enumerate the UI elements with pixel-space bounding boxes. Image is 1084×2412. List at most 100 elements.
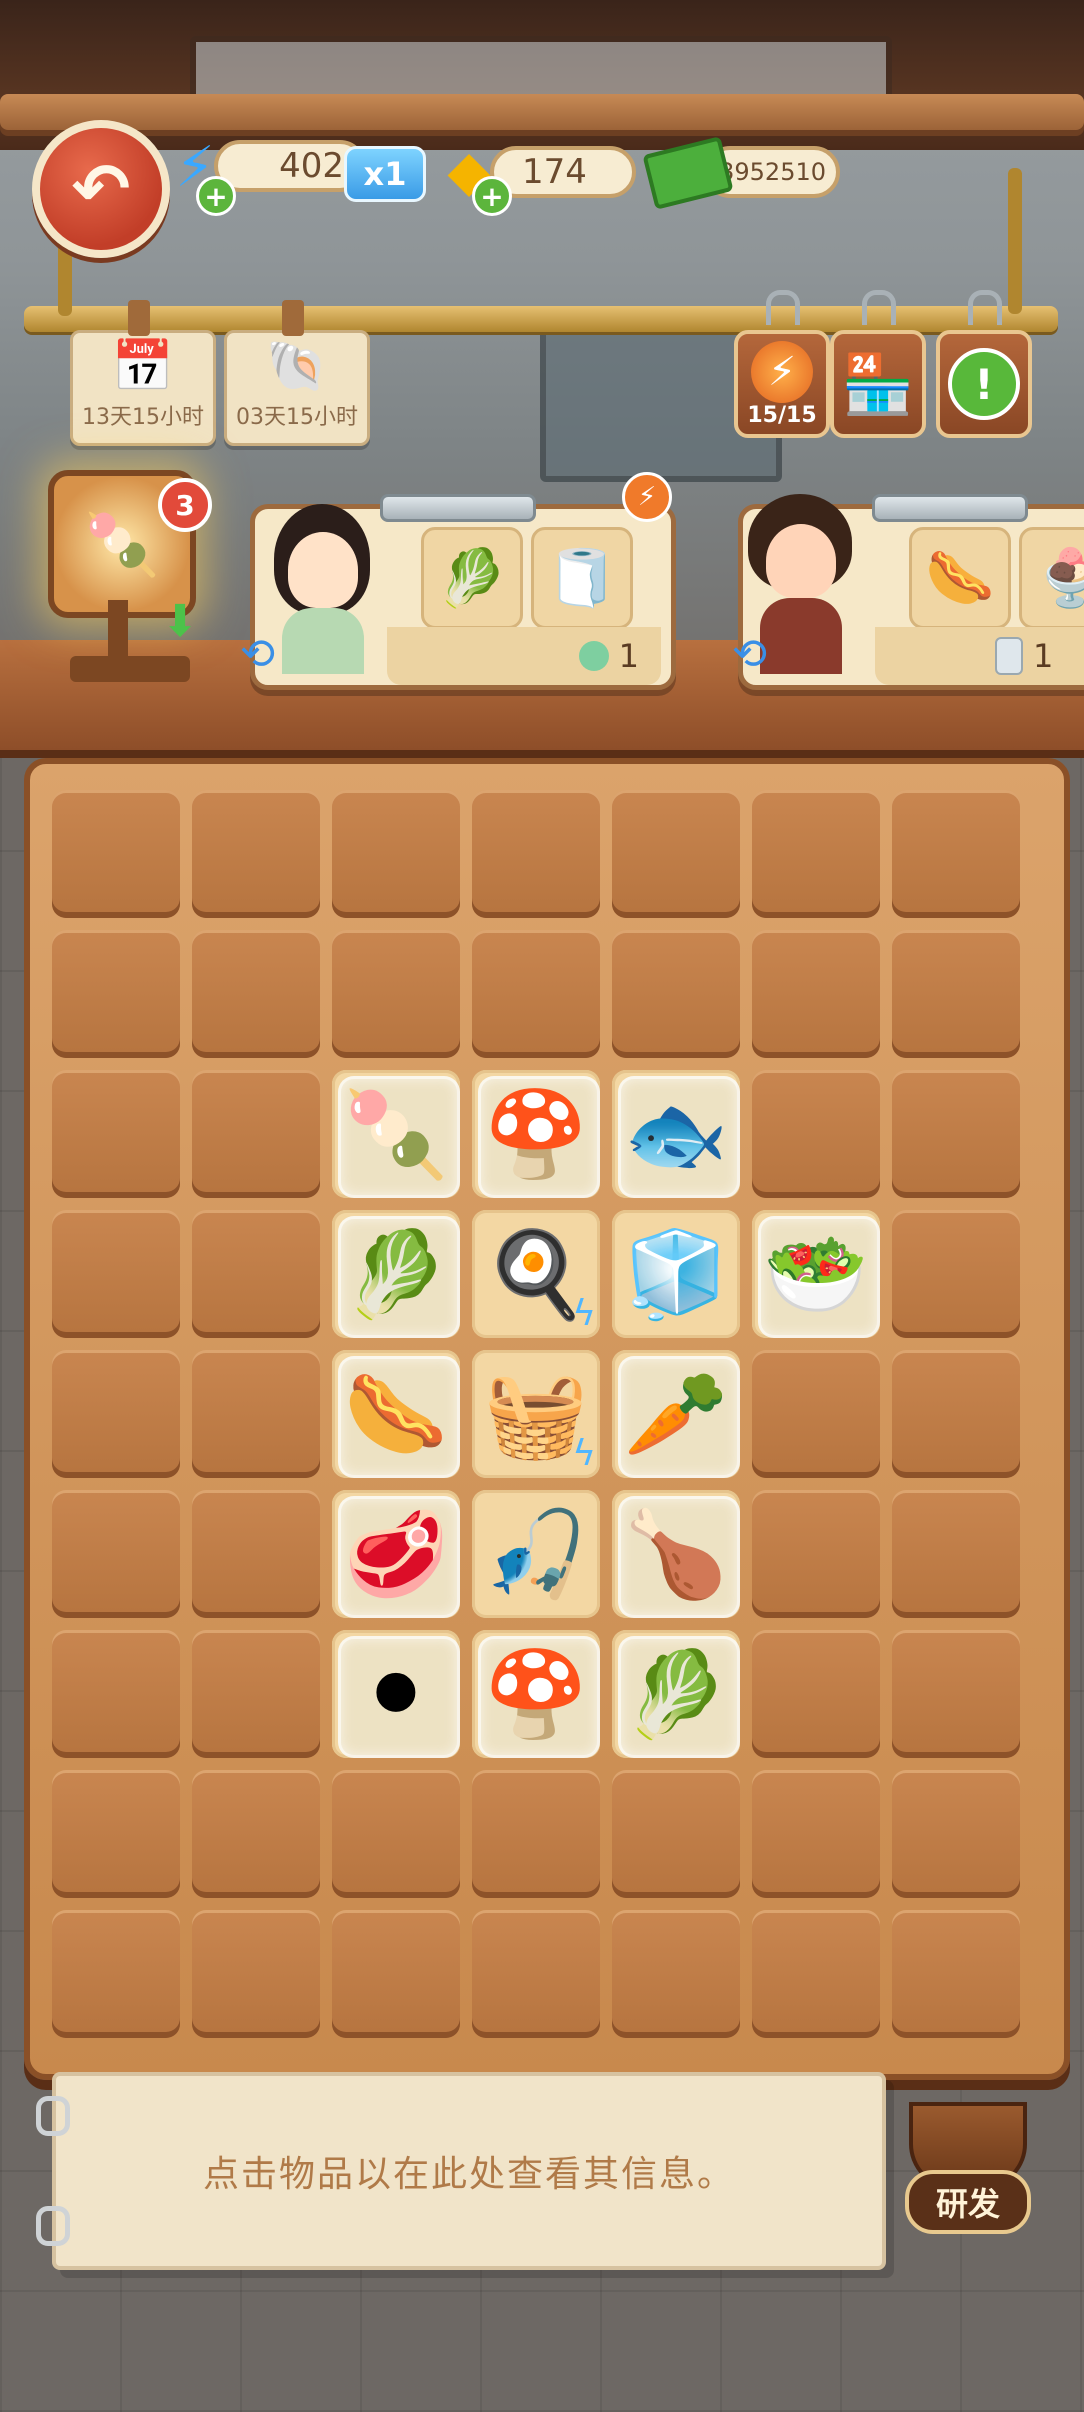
order-item-slot: 🍨 [1019,527,1084,629]
board-cell[interactable] [52,790,180,918]
event-card-calendar[interactable]: 📅 13天15小时 [70,330,216,446]
shop-tag[interactable]: 🏪 [830,330,926,438]
shell-icon: 🐚 [265,336,329,395]
board-cell[interactable] [752,1070,880,1198]
board-cell[interactable] [52,1770,180,1898]
event-card-shell[interactable]: 🐚 03天15小时 [224,330,370,446]
energy-boost-icon: ⚡ [751,340,813,403]
pepper-bowl-item[interactable]: ⚫ [332,1630,460,1758]
board-cell[interactable] [892,790,1020,918]
board-cell[interactable] [332,930,460,1058]
reward-count: 1 [1033,637,1054,675]
board-cell[interactable] [332,1770,460,1898]
board-cell[interactable] [752,930,880,1058]
board-cell[interactable] [192,1910,320,2038]
cabbage-vegetables-item[interactable]: 🥬 [332,1210,460,1338]
board-cell[interactable] [612,790,740,918]
board-cell[interactable] [472,790,600,918]
popsicle-icon: 🍡 [343,1084,449,1183]
cooking-tray-generator[interactable]: 🍳 ϟ [472,1210,600,1338]
info-hint-text: 点击物品以在此处查看其信息。 [202,2154,735,2195]
board-cell[interactable] [752,1630,880,1758]
order-item-slot: 🌭 [909,527,1011,629]
board-cell[interactable] [52,1630,180,1758]
board-cell[interactable] [52,1350,180,1478]
board-cell[interactable] [612,1910,740,2038]
shiitake-mushroom-icon: 🍄 [483,1084,589,1183]
board-cell[interactable] [892,1770,1020,1898]
board-cell[interactable] [332,790,460,918]
board-cell[interactable] [192,1630,320,1758]
vegetable-bag-item[interactable]: 🥕 [612,1350,740,1478]
research-button[interactable]: 研发 [905,2096,1031,2234]
vegetable-bowl-icon: 🥗 [763,1224,869,1323]
board-cell[interactable] [612,930,740,1058]
board-cell[interactable] [192,1490,320,1618]
shiitake-mushroom-item[interactable]: 🍄 [472,1070,600,1198]
add-energy-button[interactable]: + [196,176,236,216]
board-cell[interactable] [752,1350,880,1478]
fishing-rod-generator[interactable]: 🎣 [472,1490,600,1618]
board-cell[interactable] [192,1770,320,1898]
board-cell[interactable] [472,930,600,1058]
board-cell[interactable] [752,1910,880,2038]
pepper-bowl-icon: ⚫ [360,1645,432,1743]
board-cell[interactable] [892,1630,1020,1758]
energy-bolt-icon: ϟ [572,1293,596,1334]
board-cell[interactable] [892,1490,1020,1618]
energy-counter: 15/15 [747,402,817,428]
item-info-panel: 点击物品以在此处查看其信息。 [52,2072,886,2270]
board-cell[interactable] [192,1350,320,1478]
board-cell[interactable] [192,790,320,918]
popsicle-item[interactable]: 🍡 [332,1070,460,1198]
board-cell[interactable] [52,1070,180,1198]
board-cell[interactable] [612,1770,740,1898]
card-clip [128,300,150,336]
board-cell[interactable] [332,1910,460,2038]
vegetable-bowl-item[interactable]: 🥗 [752,1210,880,1338]
board-cell[interactable] [892,1210,1020,1338]
board-cell[interactable] [52,930,180,1058]
gems-value: 174 [522,152,587,192]
board-cell[interactable] [752,790,880,918]
raw-meat-item[interactable]: 🥩 [332,1490,460,1618]
orders-badge-count: 3 [175,488,195,522]
top-shelf [0,94,1084,130]
board-cell[interactable] [472,1910,600,2038]
board-cell[interactable] [192,1210,320,1338]
board-cell[interactable] [192,1070,320,1198]
board-cell[interactable] [752,1490,880,1618]
board-cell[interactable] [52,1490,180,1618]
sausage-board-item[interactable]: 🌭 [332,1350,460,1478]
energy-multiplier-button[interactable]: x1 [344,146,426,202]
vegetable-basket-generator[interactable]: 🧺 ϟ [472,1350,600,1478]
board-cell[interactable] [752,1770,880,1898]
reward-count: 1 [618,637,639,675]
chicken-breast-item[interactable]: 🍗 [612,1490,740,1618]
board-cell[interactable] [892,930,1020,1058]
board-cell[interactable] [52,1910,180,2038]
lettuce-bowl-item[interactable]: 🥬 [612,1630,740,1758]
board-cell[interactable] [892,1910,1020,2038]
energy-boost-tag[interactable]: ⚡ 15/15 [734,330,830,438]
board-cell[interactable] [52,1210,180,1338]
ice-cream-icon: 🍨 [1035,546,1084,611]
board-cell[interactable] [892,1350,1020,1478]
mixed-mushrooms-item[interactable]: 🍄 [472,1630,600,1758]
board-cell[interactable] [192,930,320,1058]
chicken-breast-icon: 🍗 [623,1504,729,1603]
order-reward: 1 [387,627,661,685]
fish-item[interactable]: 🐟 [612,1070,740,1198]
swap-customer-icon[interactable]: ⟲ [732,630,780,678]
add-gems-button[interactable]: + [472,176,512,216]
jar-icon [995,637,1023,675]
popsicle-mold-item[interactable]: 🧊 [612,1210,740,1338]
board-cell[interactable] [472,1770,600,1898]
rail-post [1008,168,1022,314]
back-button[interactable]: ↶ [32,120,170,258]
swap-customer-icon[interactable]: ⟲ [240,630,288,678]
event-timer: 03天15小时 [236,405,358,430]
alert-tag[interactable]: ! [936,330,1032,438]
board-cell[interactable] [892,1070,1020,1198]
mixed-mushrooms-icon: 🍄 [483,1644,589,1743]
